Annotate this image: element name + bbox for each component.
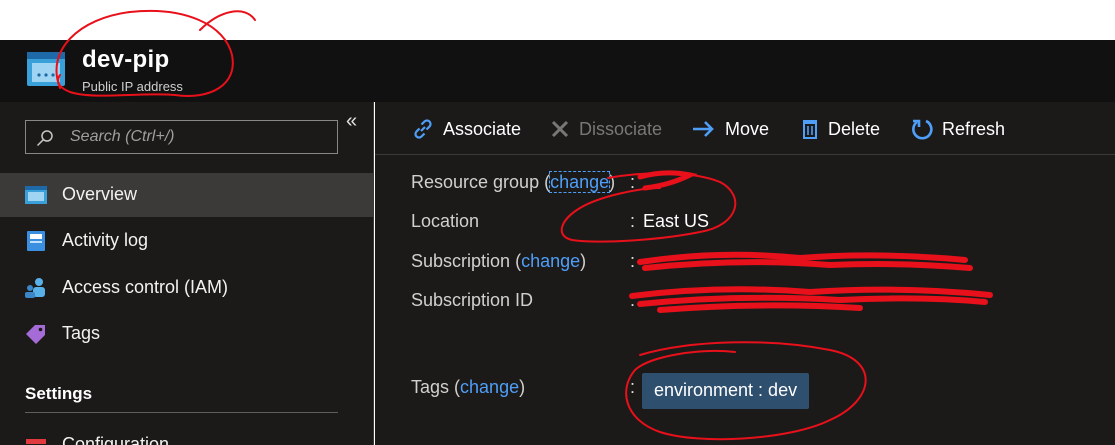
section-divider [25,412,338,413]
resource-group-label: Resource group (change) [411,171,616,193]
menu-item-tags[interactable]: Tags [0,312,373,356]
dissociate-button[interactable]: Dissociate [549,116,662,142]
menu-item-configuration[interactable]: Configuration [0,423,373,445]
move-button[interactable]: Move [691,116,769,142]
menu-item-label: Configuration [62,434,170,445]
menu-item-label: Tags [62,323,101,343]
menu-item-label: Overview [62,184,138,204]
trash-icon [803,120,817,139]
page-top-margin [0,0,1115,40]
move-label: Move [725,118,770,139]
tags-label: Tags (change) [411,377,526,397]
menu-item-label: Access control (IAM) [62,277,229,297]
delete-button[interactable]: Delete [800,116,880,142]
command-bar: Associate Dissociate Move Delete Refresh [375,102,1115,155]
location-label: Location [411,211,480,231]
link-icon [414,119,432,139]
refresh-button[interactable]: Refresh [910,116,1005,142]
refresh-icon [912,119,933,140]
access-control-icon [25,278,45,298]
tags-colon: : [630,377,636,397]
associate-label: Associate [443,118,522,139]
menu-search-box[interactable] [25,120,338,154]
menu-item-access-control[interactable]: Access control (IAM) [0,266,373,310]
resource-group-change-link[interactable]: change [549,171,611,193]
arrow-right-icon [693,121,714,137]
subscription-label: Subscription (change) [411,251,587,271]
menu-item-label: Activity log [62,230,149,250]
subscription-id-label: Subscription ID [411,290,534,310]
subscription-id-colon: : [630,290,636,310]
tags-change-link[interactable]: change [460,377,519,397]
subscription-change-link[interactable]: change [521,251,580,271]
tag-chip[interactable]: environment : dev [642,373,810,409]
overview-icon [25,186,47,204]
menu-item-overview[interactable]: Overview [0,173,373,217]
resource-title: dev-pip [82,46,170,73]
resource-menu: « Overview Activity log Access control (… [0,102,374,445]
settings-section-title: Settings [25,384,93,403]
delete-label: Delete [828,118,881,139]
activity-log-icon [27,231,45,251]
resource-type: Public IP address [82,79,183,94]
dissociate-label: Dissociate [579,118,663,139]
menu-item-activity-log[interactable]: Activity log [0,219,373,263]
tag-icon [26,325,45,344]
close-icon [551,120,569,138]
collapse-menu-button[interactable]: « [346,110,357,133]
configuration-icon [26,439,46,444]
resource-group-colon: : [630,172,636,192]
location-colon: : [630,211,636,231]
subscription-colon: : [630,251,636,271]
location-value: East US [643,211,710,231]
overview-blade-content: Associate Dissociate Move Delete Refresh… [375,102,1115,445]
refresh-label: Refresh [942,118,1006,139]
associate-button[interactable]: Associate [411,116,521,142]
search-icon [36,130,53,147]
blade-header: dev-pip Public IP address [0,40,1115,102]
search-input[interactable] [70,121,330,153]
public-ip-address-icon [27,52,65,86]
